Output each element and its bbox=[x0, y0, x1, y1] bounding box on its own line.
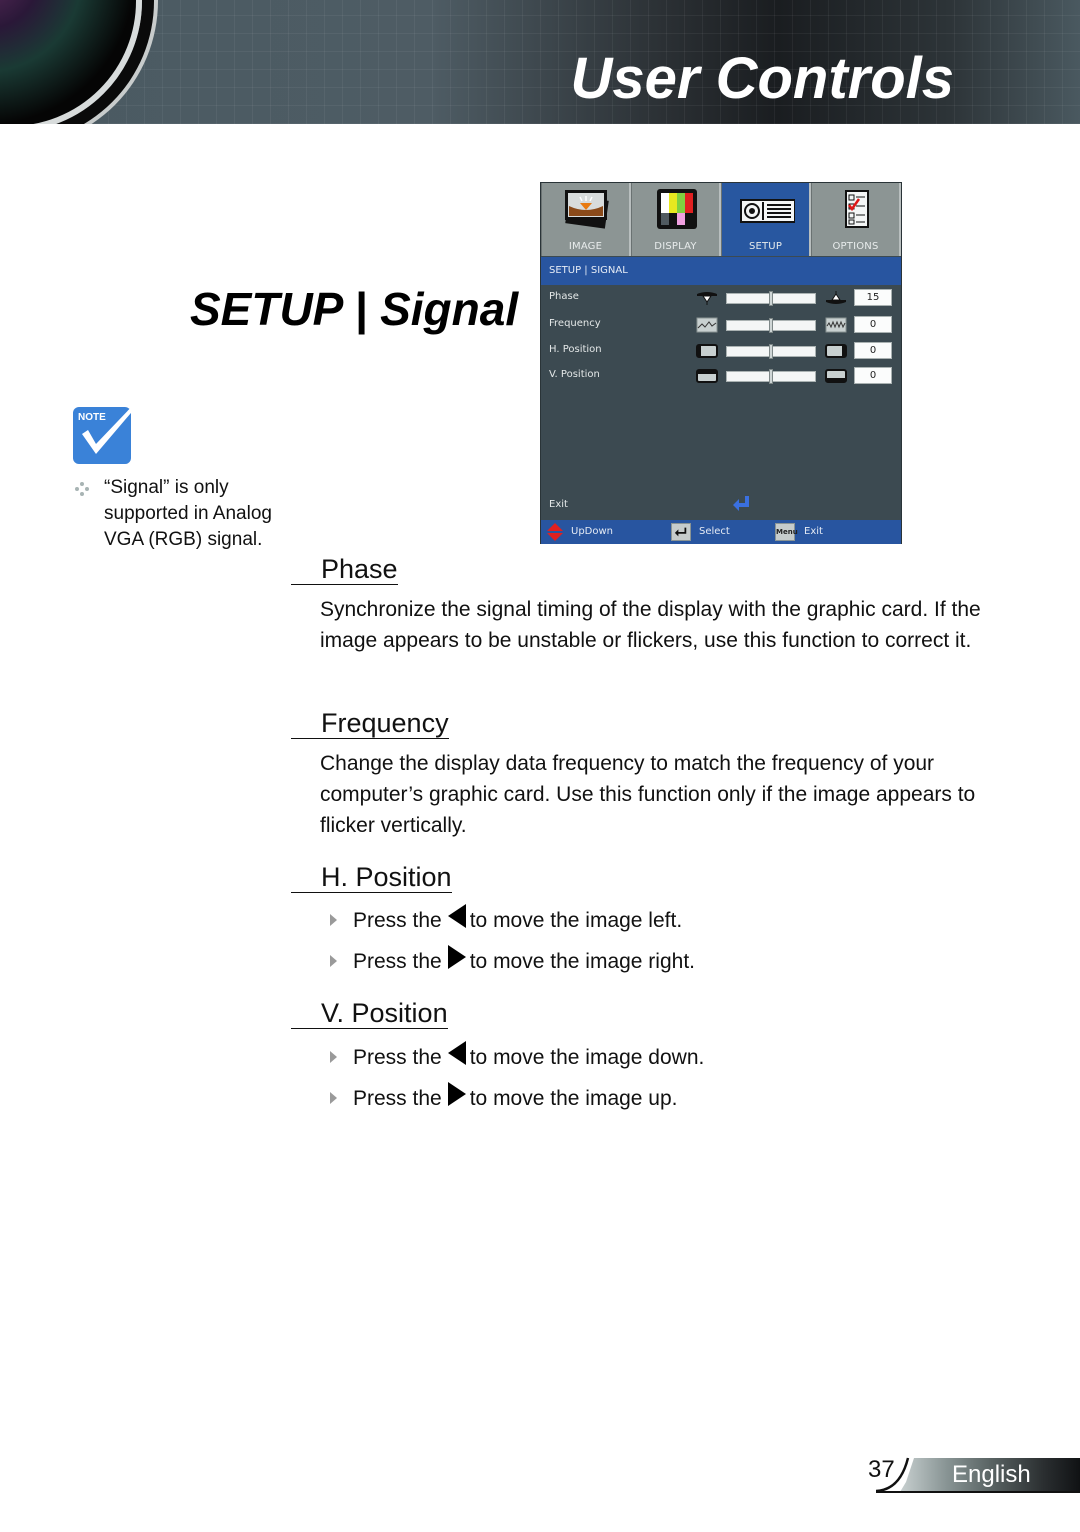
note-text: “Signal” is only supported in Analog VGA… bbox=[104, 477, 272, 550]
v-position-down-icon[interactable] bbox=[696, 368, 718, 384]
tab-image-label: IMAGE bbox=[568, 241, 603, 252]
v-position-slider[interactable] bbox=[726, 369, 816, 384]
item-prefix: Press the bbox=[353, 1046, 442, 1069]
h-position-item-right: Press the to move the image right. bbox=[330, 945, 695, 976]
osd-row-v-position[interactable]: V. Position 0 bbox=[541, 364, 901, 388]
osd-exit-item[interactable]: Exit bbox=[549, 499, 568, 510]
slider-knob[interactable] bbox=[769, 369, 773, 384]
h-position-heading: H. Position bbox=[291, 862, 452, 893]
item-suffix: to move the image up. bbox=[469, 1087, 678, 1110]
v-position-item-down: Press the to move the image down. bbox=[330, 1041, 704, 1072]
lens-graphic bbox=[0, 0, 142, 124]
footer-updown: UpDown bbox=[571, 526, 614, 537]
tab-options-label: OPTIONS bbox=[832, 241, 879, 252]
footer-rule bbox=[876, 1491, 1080, 1493]
h-position-right-icon[interactable] bbox=[825, 343, 847, 359]
image-icon bbox=[565, 190, 609, 229]
osd-row-label: Frequency bbox=[549, 318, 601, 329]
h-position-item-left: Press the to move the image left. bbox=[330, 904, 682, 935]
v-position-value: 0 bbox=[854, 367, 892, 384]
select-key-icon bbox=[671, 523, 691, 541]
item-suffix: to move the image left. bbox=[469, 909, 683, 932]
slider-knob[interactable] bbox=[769, 318, 773, 333]
footer-exit: Exit bbox=[804, 526, 823, 537]
tab-image[interactable]: IMAGE bbox=[541, 183, 631, 256]
bullet-arrow-icon bbox=[330, 1092, 337, 1104]
frequency-heading: Frequency bbox=[291, 708, 449, 739]
slider-knob[interactable] bbox=[769, 344, 773, 359]
osd-row-label: Phase bbox=[549, 291, 579, 302]
frequency-description: Change the display data frequency to mat… bbox=[320, 752, 976, 837]
language-label: English bbox=[952, 1461, 1031, 1488]
section-title: SETUP | Signal bbox=[190, 283, 519, 335]
svg-text:NOTE: NOTE bbox=[78, 412, 106, 423]
tab-options[interactable]: OPTIONS bbox=[811, 183, 901, 256]
right-arrow-key-icon bbox=[447, 945, 466, 969]
osd-row-phase[interactable]: Phase 15 bbox=[541, 286, 901, 310]
frequency-increase-icon[interactable] bbox=[825, 317, 847, 333]
slider-knob[interactable] bbox=[769, 291, 773, 306]
checklist-icon bbox=[845, 190, 869, 228]
phase-increase-icon[interactable] bbox=[825, 290, 847, 306]
tab-display[interactable]: DISPLAY bbox=[631, 183, 721, 256]
v-position-up-icon[interactable] bbox=[825, 368, 847, 384]
footer-select: Select bbox=[699, 526, 730, 537]
bullet-arrow-icon bbox=[330, 955, 337, 967]
osd-row-label: V. Position bbox=[549, 369, 600, 380]
right-arrow-key-icon bbox=[447, 1082, 466, 1106]
menu-key-icon: Menu bbox=[775, 523, 798, 541]
osd-row-h-position[interactable]: H. Position 0 bbox=[541, 339, 901, 363]
enter-arrow-icon bbox=[733, 496, 749, 511]
phase-heading: Phase bbox=[291, 554, 398, 585]
tab-setup-label: SETUP bbox=[748, 241, 783, 252]
tab-display-label: DISPLAY bbox=[654, 241, 697, 252]
h-position-slider[interactable] bbox=[726, 344, 816, 359]
osd-tab-bar: IMAGE DISPLAY SETUP OPTIONS bbox=[541, 183, 901, 256]
note: “Signal” is only supported in Analog VGA… bbox=[74, 475, 304, 553]
h-position-value: 0 bbox=[854, 342, 892, 359]
phase-description: Synchronize the signal timing of the dis… bbox=[320, 598, 981, 652]
item-prefix: Press the bbox=[353, 1087, 442, 1110]
tab-setup[interactable]: SETUP bbox=[721, 183, 811, 256]
header-banner: User Controls bbox=[0, 0, 1080, 124]
chapter-title: User Controls bbox=[570, 46, 954, 111]
v-position-item-up: Press the to move the image up. bbox=[330, 1082, 678, 1113]
left-arrow-key-icon bbox=[447, 904, 466, 928]
osd-menu: IMAGE DISPLAY SETUP OPTIONS SETUP | SIGN… bbox=[540, 182, 902, 544]
left-arrow-key-icon bbox=[447, 1041, 466, 1065]
phase-value: 15 bbox=[854, 289, 892, 306]
page-number: 37 bbox=[868, 1456, 895, 1483]
display-color-bars-icon bbox=[657, 189, 697, 229]
bullet-arrow-icon bbox=[330, 914, 337, 926]
bullet-arrow-icon bbox=[330, 1051, 337, 1063]
item-suffix: to move the image right. bbox=[469, 950, 695, 973]
h-position-left-icon[interactable] bbox=[696, 343, 718, 359]
osd-footer: UpDown Select Menu Exit bbox=[541, 520, 901, 544]
item-suffix: to move the image down. bbox=[469, 1046, 705, 1069]
osd-row-label: H. Position bbox=[549, 344, 602, 355]
projector-icon bbox=[740, 199, 795, 223]
phase-decrease-icon[interactable] bbox=[696, 290, 718, 306]
frequency-slider[interactable] bbox=[726, 318, 816, 333]
item-prefix: Press the bbox=[353, 950, 442, 973]
frequency-decrease-icon[interactable] bbox=[696, 317, 718, 333]
note-icon: NOTE bbox=[73, 400, 142, 464]
v-position-heading: V. Position bbox=[291, 998, 448, 1029]
osd-breadcrumb: SETUP | SIGNAL bbox=[541, 257, 901, 285]
phase-slider[interactable] bbox=[726, 291, 816, 306]
diamond-bullet-icon bbox=[75, 482, 89, 496]
item-prefix: Press the bbox=[353, 909, 442, 932]
frequency-value: 0 bbox=[854, 316, 892, 333]
updown-arrows-icon bbox=[547, 523, 563, 541]
osd-row-frequency[interactable]: Frequency 0 bbox=[541, 313, 901, 337]
